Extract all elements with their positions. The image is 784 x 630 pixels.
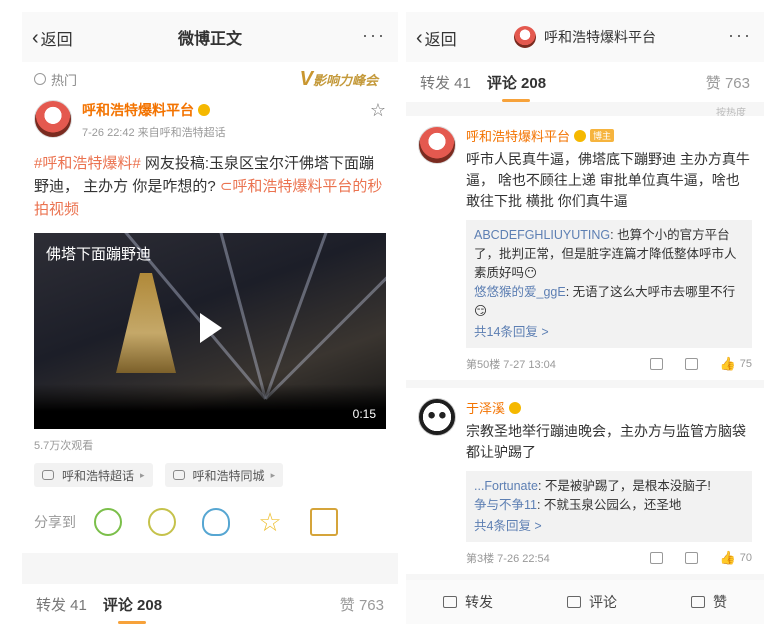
back-label: 返回 <box>40 32 73 49</box>
share-icon[interactable] <box>649 358 663 370</box>
hot-label-row: 热门 V影响力峰会 <box>22 62 398 96</box>
video-title: 佛塔下面蹦野迪 <box>46 246 152 263</box>
hashtag-link[interactable]: #呼和浩特爆料# <box>34 155 141 172</box>
reply-item: 争与不争11: 不就玉泉公园么，还圣地 <box>474 498 682 512</box>
verified-icon <box>509 401 522 414</box>
topic-chips: 呼和浩特超话 ▸ 呼和浩特同城 ▸ <box>22 461 398 497</box>
comment-floor-time: 第50楼 7-27 13:04 <box>466 359 556 371</box>
tab-likes[interactable]: 赞 763 <box>706 72 750 93</box>
back-button[interactable]: ‹ 返回 <box>32 26 73 50</box>
avatar[interactable] <box>418 398 456 436</box>
play-icon[interactable] <box>200 313 222 343</box>
avatar <box>514 26 536 48</box>
nav-bar: ‹ 返回 微博正文 ··· <box>22 12 398 62</box>
page-title: 呼和浩特爆料平台 <box>514 26 656 48</box>
back-button[interactable]: ‹ 返回 <box>416 26 457 50</box>
chevron-left-icon: ‹ <box>32 27 39 49</box>
video-duration: 0:15 <box>352 407 376 421</box>
topic-chip[interactable]: 呼和浩特同城 ▸ <box>164 463 284 487</box>
commenter-name[interactable]: 呼和浩特爆料平台 博主 <box>466 126 752 145</box>
video-player[interactable]: 佛塔下面蹦野迪 0:15 <box>34 233 386 429</box>
pagoda-image <box>116 273 176 373</box>
tab-comment[interactable]: 评论 208 <box>487 72 546 93</box>
building-icon <box>172 470 185 480</box>
verified-icon <box>574 129 587 142</box>
repost-button[interactable]: 转发 <box>443 592 493 612</box>
more-button[interactable]: ··· <box>362 25 386 46</box>
comment-footer: 第3楼 7-26 22:54 👍 70 <box>466 550 752 566</box>
post-text: #呼和浩特爆料# 网友投稿:玉泉区宝尔汗佛塔下面蹦野迪， 主办方 你是咋想的? … <box>22 144 398 227</box>
comment-icon <box>567 596 581 608</box>
post-detail-screen: ‹ 返回 微博正文 ··· 热门 V影响力峰会 呼和浩特爆料平台 7-26 22… <box>22 12 398 624</box>
like-button[interactable]: 👍 75 <box>720 356 752 372</box>
commenter-name[interactable]: 于泽溪 <box>466 398 752 417</box>
comment-tabs: 转发 41 评论 208 赞 763 <box>406 62 764 102</box>
comment-item: 于泽溪 宗教圣地举行蹦迪晚会，主办方与监管方脑袋都让驴踢了 ...Fortuna… <box>406 388 764 574</box>
arrow-right-icon: ▸ <box>270 469 276 480</box>
thumbs-up-icon <box>691 596 705 608</box>
reply-icon[interactable] <box>684 358 698 370</box>
reply-item: ...Fortunate: 不是被驴踢了，是根本没脑子! <box>474 479 711 493</box>
comment-floor-time: 第3楼 7-26 22:54 <box>466 553 550 565</box>
comment-text: 呼市人民真牛逼，佛塔底下蹦野迪 主办方真牛逼， 啥也不顾往上递 审批单位真牛逼，… <box>466 151 750 209</box>
repost-icon <box>443 596 457 608</box>
nav-bar: ‹ 返回 呼和浩特爆料平台 ··· <box>406 12 764 62</box>
author-name[interactable]: 呼和浩特爆料平台 <box>82 100 226 120</box>
reply-box[interactable]: ...Fortunate: 不是被驴踢了，是根本没脑子! 争与不争11: 不就玉… <box>466 471 752 542</box>
share-row: 分享到 ☆ <box>22 497 398 553</box>
watermark-logo: V影响力峰会 <box>299 68 378 90</box>
location-icon <box>34 73 46 85</box>
chevron-left-icon: ‹ <box>416 27 423 49</box>
reply-item: ABCDEFGHLIUYUTING: 也算个小的官方平台了，批判正常，但是脏字连… <box>474 228 737 280</box>
qq-icon[interactable] <box>202 508 230 536</box>
star-icon[interactable]: ☆ <box>256 507 284 537</box>
comment-item: 呼和浩特爆料平台 博主 呼市人民真牛逼，佛塔底下蹦野迪 主办方真牛逼， 啥也不顾… <box>406 116 764 380</box>
more-replies-link[interactable]: 共14条回复 > <box>474 323 744 342</box>
thumbs-up-icon: 👍 <box>719 550 736 565</box>
comment-button[interactable]: 评论 <box>567 592 617 612</box>
comment-footer: 第50楼 7-27 13:04 👍 75 <box>466 356 752 372</box>
more-replies-link[interactable]: 共4条回复 > <box>474 517 744 536</box>
post-card: 热门 V影响力峰会 呼和浩特爆料平台 7-26 22:42 来自呼和浩特超话 ☆… <box>22 62 398 553</box>
reply-box[interactable]: ABCDEFGHLIUYUTING: 也算个小的官方平台了，批判正常，但是脏字连… <box>466 220 752 348</box>
bottom-action-bar: 转发 评论 赞 <box>406 580 764 624</box>
share-icon[interactable] <box>649 552 663 564</box>
back-label: 返回 <box>424 32 457 49</box>
verified-icon <box>198 104 210 116</box>
hot-label: 热门 <box>51 72 78 88</box>
tab-comment[interactable]: 评论 208 <box>103 594 162 615</box>
avatar[interactable] <box>418 126 456 164</box>
page-title: 微博正文 <box>177 31 242 48</box>
save-image-icon[interactable] <box>310 508 338 536</box>
light-beam <box>264 235 386 401</box>
eye-icon <box>42 470 54 480</box>
moments-icon[interactable] <box>148 508 176 536</box>
thumbs-up-icon: 👍 <box>719 356 736 371</box>
author-badge: 博主 <box>590 129 615 142</box>
tab-repost[interactable]: 转发 41 <box>420 72 471 93</box>
reply-icon[interactable] <box>684 552 698 564</box>
like-button[interactable]: 👍 70 <box>720 550 752 566</box>
avatar[interactable] <box>34 100 72 138</box>
crowd-image <box>34 384 386 429</box>
arrow-right-icon: ▸ <box>140 469 145 480</box>
reply-item: 悠悠猴的爱_ggE: 无语了这么大呼市去哪里不行😏 <box>474 285 736 318</box>
light-beam <box>264 233 346 400</box>
comments-screen: ‹ 返回 呼和浩特爆料平台 ··· 转发 41 评论 208 赞 763 按热度… <box>406 12 764 624</box>
post-tabs: 转发 41 评论 208 赞 763 <box>22 584 398 624</box>
like-button[interactable]: 赞 <box>691 592 727 612</box>
share-label: 分享到 <box>34 514 76 530</box>
topic-chip[interactable]: 呼和浩特超话 ▸ <box>34 463 153 487</box>
post-meta: 7-26 22:42 来自呼和浩特超话 <box>82 127 226 139</box>
view-count: 5.7万次观看 <box>34 440 94 452</box>
favorite-star-icon[interactable]: ☆ <box>370 100 386 121</box>
author-row: 呼和浩特爆料平台 7-26 22:42 来自呼和浩特超话 ☆ <box>22 96 398 144</box>
more-button[interactable]: ··· <box>728 25 752 46</box>
comment-text: 宗教圣地举行蹦迪晚会，主办方与监管方脑袋都让驴踢了 <box>466 423 746 460</box>
wechat-icon[interactable] <box>94 508 122 536</box>
tab-likes[interactable]: 赞 763 <box>340 594 384 615</box>
tab-repost[interactable]: 转发 41 <box>36 594 87 615</box>
